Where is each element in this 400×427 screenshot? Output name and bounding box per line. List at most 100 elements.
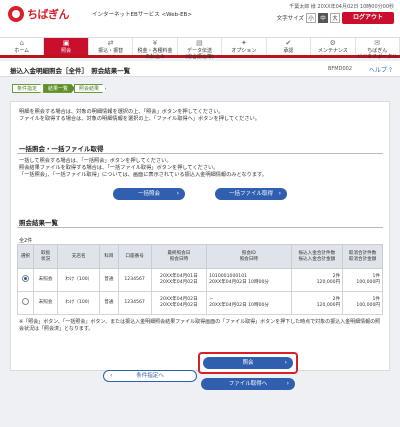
chevron-right-icon: › [286, 380, 289, 387]
query-button[interactable]: 照会 › [203, 357, 293, 369]
table-cell: 1件 100,000円 [342, 268, 383, 292]
nav-icon: ✔ [285, 39, 292, 47]
font-size-switcher: 文字サイズ小中大 [277, 13, 340, 23]
table-cell: わけ（100） [57, 291, 101, 315]
table-cell [17, 291, 34, 315]
table-cell: 20XX年04月02日 20XX年04月02日 [150, 291, 208, 315]
column-header: 照会ID 照会日時 [206, 244, 292, 269]
select-radio[interactable] [21, 298, 29, 305]
table-cell: 1件 100,000円 [342, 291, 383, 315]
nav-label: ちばぎん ビジネスポータル [357, 48, 398, 60]
title-bar: 振込入金明細照会［全件］ 照会結果一覧 BFMD002 ヘルプ ? [0, 61, 400, 77]
bulk-note-3: 「一括照会」、「一括ファイル取得」については、画面に表示されている振込入金明細情… [19, 172, 267, 178]
nav-item-0[interactable]: ⌂ ホーム [0, 38, 45, 55]
service-name: インターネットEBサービス <Web-EB> [92, 12, 192, 18]
chevron-right-icon: › [284, 359, 287, 366]
column-header: 取扱 状況 [32, 244, 59, 269]
nav-item-5[interactable]: ✦ オプション [222, 38, 267, 55]
screen-id: BFMD002 [327, 66, 352, 72]
bulk-file-button[interactable]: 一括ファイル取得 › [215, 188, 287, 200]
footnote: ※「照会」ボタン、「一括照会」ボタン、または振込入金明細照会結果ファイル取得画面… [19, 319, 381, 332]
nav-item-6[interactable]: ✔ 承認 [267, 38, 312, 55]
table-cell: 2件 120,000円 [290, 291, 344, 315]
select-radio[interactable] [21, 275, 29, 282]
table-cell: 未照会 [32, 268, 59, 292]
table-cell: 1234567 [117, 268, 152, 292]
column-header: 振込入金合計件数 振込入金合計金額 [290, 244, 344, 269]
table-cell: 普通 [99, 268, 119, 292]
intro-text-1: 明細を照会する場合は、対象の明細情報を選択の上、「照会」ボタンを押してください。 [19, 109, 224, 115]
font-small-button[interactable]: 小 [306, 13, 316, 23]
nav-item-8[interactable]: ✉ ちばぎん ビジネスポータル [356, 38, 400, 60]
step-result: 照会結果 [74, 84, 107, 93]
table-cell: 普通 [99, 291, 119, 315]
column-header: 取消合計件数 取消合計金額 [342, 244, 383, 269]
nav-item-1[interactable]: ▣ 照会 [44, 38, 89, 55]
font-medium-button[interactable]: 中 [318, 13, 328, 23]
nav-icon: ✦ [240, 39, 247, 47]
main-card: 明細を照会する場合は、対象の明細情報を選択の上、「照会」ボタンを押してください。… [10, 101, 390, 371]
nav-label: 照会 [61, 48, 72, 54]
column-header: 選択 [17, 244, 34, 269]
page-title: 振込入金明細照会［全件］ 照会結果一覧 [10, 67, 131, 75]
step-condition: 条件指定 [12, 84, 45, 93]
chevron-right-icon: › [278, 190, 281, 197]
table-cell: － 20XX年04月02日 10時00分 [206, 291, 292, 315]
column-header: 支店名 [57, 244, 101, 269]
table-cell: わけ（100） [57, 268, 101, 292]
global-nav: ⌂ ホーム ▣ 照会 ⇄ 振込・振替 ¥ 税金・各種料金 の払込み ▤ データ伝送 (総合振込等)… [0, 37, 400, 60]
table-cell: 1010001000101 20XX年04月02日 10時00分 [206, 268, 292, 292]
results-section-title: 照会結果一覧 [19, 219, 58, 227]
column-header: 最終照会日 照会日時 [150, 244, 208, 269]
nav-icon: ¥ [152, 39, 158, 47]
bulk-note-1: 一括して照会する場合は、「一括照会」ボタンを押してください。 [19, 158, 172, 164]
table-row[interactable]: 未照会 わけ（100） 普通 1234567 20XX年04月01日 20XX年04月0… [17, 268, 383, 292]
nav-label: ホーム [14, 48, 30, 54]
bank-logo: ちばぎん [8, 6, 70, 22]
chevron-right-icon: › [176, 190, 179, 197]
help-link[interactable]: ヘルプ ? [369, 65, 392, 74]
nav-icon: ▤ [196, 39, 203, 47]
nav-label: データ伝送 (総合振込等) [185, 48, 214, 60]
table-row[interactable]: 未照会 わけ（100） 普通 1234567 20XX年04月02日 20XX年04月0… [17, 291, 383, 315]
nav-item-7[interactable]: ⚙ メンテナンス [311, 38, 356, 55]
nav-icon: ⇄ [107, 39, 114, 47]
results-table: 選択 取扱 状況 支店名 科目 口座番号 最終照会日 照会日時 照会ID 照会日時 振込入金合… [17, 244, 383, 315]
nav-icon: ▣ [62, 39, 70, 47]
table-header-row: 選択 取扱 状況 支店名 科目 口座番号 最終照会日 照会日時 照会ID 照会日時 振込入金合… [17, 244, 383, 269]
nav-icon: ✉ [374, 39, 381, 47]
intro-text-2: ファイルを取得する場合は、対象の明細情報を選択の上、「ファイル取得へ」ボタンを押… [19, 116, 260, 122]
table-cell: 1234567 [117, 291, 152, 315]
bulk-query-button[interactable]: 一括照会 › [113, 188, 185, 200]
nav-item-4[interactable]: ▤ データ伝送 (総合振込等) [178, 38, 223, 60]
highlight-frame: 照会 › [198, 352, 298, 374]
column-header: 口座番号 [117, 244, 152, 269]
step-indicator: 条件指定 結果一覧 照会結果 [12, 84, 107, 93]
nav-icon: ⚙ [329, 39, 336, 47]
bulk-section-title: 一括照会・一括ファイル取得 [19, 145, 104, 153]
file-download-button[interactable]: ファイル取得へ › [201, 378, 295, 390]
step-result-list: 結果一覧 [43, 84, 76, 93]
nav-label: 承認 [283, 48, 294, 54]
bulk-note-2: 照会結果ファイルを取得する場合は、「一括ファイル取得」ボタンを押してください。 [19, 165, 219, 171]
nav-label: 税金・各種料金 の払込み [137, 48, 173, 60]
nav-item-2[interactable]: ⇄ 振込・振替 [89, 38, 134, 55]
nav-icon: ⌂ [19, 39, 24, 47]
result-count: 全2件 [19, 238, 33, 244]
table-cell [17, 268, 34, 292]
divider [17, 153, 383, 154]
nav-item-3[interactable]: ¥ 税金・各種料金 の払込み [133, 38, 178, 60]
header: ちばぎん インターネットEBサービス <Web-EB> 千葉太郎 様 20XX年… [0, 0, 400, 37]
logout-button[interactable]: ログアウト [342, 12, 394, 24]
font-large-button[interactable]: 大 [330, 13, 340, 23]
table-cell: 20XX年04月01日 20XX年04月02日 [150, 268, 208, 292]
column-header: 科目 [99, 244, 119, 269]
chevron-left-icon: ‹ [110, 372, 113, 379]
logo-mark-icon [8, 6, 24, 22]
nav-label: メンテナンス [317, 48, 348, 54]
table-cell: 未照会 [32, 291, 59, 315]
nav-label: オプション [231, 48, 257, 54]
back-to-condition-button[interactable]: ‹ 条件指定へ [103, 370, 197, 382]
user-info: 千葉太郎 様 20XX年04月02日 10時00分00秒 [289, 4, 394, 10]
nav-label: 振込・振替 [98, 48, 124, 54]
